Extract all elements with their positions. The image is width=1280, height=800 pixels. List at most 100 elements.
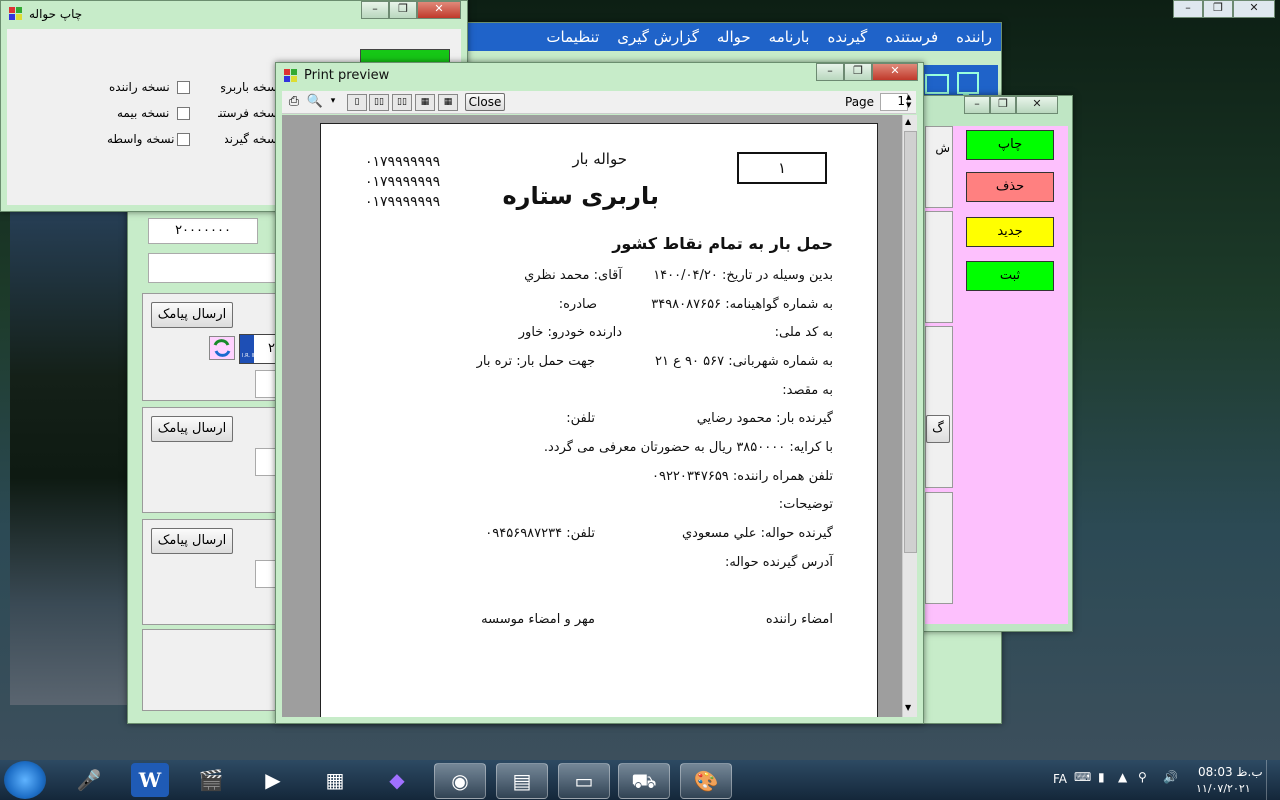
driver-signature: امضاء راننده (765, 612, 833, 627)
checkbox-insurance-copy[interactable] (177, 107, 190, 120)
scroll-down-icon[interactable]: ▼ (905, 703, 911, 712)
actions-window: – ❐ ✕ ش گ چاپ حذف جدید ثبت (921, 95, 1073, 632)
media-player-icon[interactable]: ▶ (248, 763, 298, 797)
keyboard-icon[interactable]: ⌨ (1074, 770, 1091, 784)
window-controls: – ❐ ✕ (361, 1, 461, 19)
preview-toolbar: ⎙ 🔍 ▾ ▯ ▯▯ ▯▯ ▦ ▦ Close Page 1 ▲ ▼ (282, 91, 916, 114)
six-pages-icon[interactable]: ▦ (438, 94, 458, 111)
one-page-icon[interactable]: ▯ (347, 94, 367, 111)
vehicle-owner: دارنده خودرو: خاور (518, 325, 622, 340)
driver-name: آقای: محمد نظري (524, 268, 622, 283)
freight-fee: با کرایه: ۳۸۵۰۰۰۰ ريال به حضورتان معرفی … (543, 440, 833, 455)
maximize-icon[interactable]: ❐ (844, 63, 872, 81)
refresh-icon[interactable] (209, 336, 235, 360)
side-button[interactable]: گ (926, 415, 950, 443)
four-pages-icon[interactable]: ▦ (415, 94, 435, 111)
national-code: به کد ملی: (774, 325, 833, 340)
cargo-receiver: گیرنده بار: محمود رضايي (696, 411, 833, 426)
cargo-receiver-phone: تلفن: (566, 411, 595, 426)
menu-item-settings[interactable]: تنظیمات (546, 28, 599, 46)
volume-icon[interactable]: 🔊 (1163, 770, 1178, 784)
side-label: ش (935, 141, 950, 155)
slogan: حمل بار به تمام نقاط کشور (612, 234, 833, 253)
three-pages-icon[interactable]: ▯▯ (392, 94, 412, 111)
company-seal: مهر و امضاء موسسه (481, 612, 595, 627)
voucher-page: ۱ حواله بار باربری ستاره ۰۱۷۹۹۹۹۹۹۹ ۰۱۷۹… (320, 123, 878, 717)
side-box-1: ش (925, 126, 953, 208)
chevron-down-icon[interactable]: ▾ (324, 94, 342, 109)
new-button[interactable]: جدید (966, 217, 1054, 247)
calculator-icon[interactable]: ▦ (310, 763, 360, 797)
issued-at: صادره: (558, 297, 597, 312)
close-icon[interactable]: ✕ (417, 1, 461, 19)
checkbox-broker-copy[interactable] (177, 133, 190, 146)
start-button[interactable] (4, 761, 46, 799)
show-hidden-icon[interactable]: ▲ (1118, 770, 1127, 784)
word-icon[interactable]: W (131, 763, 169, 797)
movie-maker-icon[interactable]: 🎬 (186, 763, 236, 797)
minimize-icon[interactable]: – (1173, 0, 1203, 18)
menu-item-sender[interactable]: فرستنده (885, 28, 938, 46)
two-pages-icon[interactable]: ▯▯ (369, 94, 389, 111)
minimize-icon[interactable]: – (361, 1, 389, 19)
main-menubar: راننده فرستنده گیرنده بارنامه حواله گزار… (463, 23, 1001, 51)
send-sms-button[interactable]: ارسال پیامک (151, 302, 233, 328)
zoom-icon[interactable]: 🔍 (306, 94, 324, 109)
minimize-icon[interactable]: – (964, 96, 990, 114)
side-box-3: گ (925, 326, 953, 488)
print-button[interactable]: چاپ (966, 130, 1054, 160)
menu-item-driver[interactable]: راننده (956, 28, 992, 46)
network-icon[interactable]: ▮ (1098, 770, 1105, 784)
freight-app-icon[interactable]: ⛟ (618, 763, 670, 799)
checkbox-driver-copy[interactable] (177, 81, 190, 94)
printer-icon[interactable]: ⎙ (285, 94, 303, 109)
clock-time[interactable]: 08:03 ب.ظ (1198, 765, 1263, 779)
notepad-icon[interactable]: ▭ (558, 763, 610, 799)
paint-icon[interactable]: 🎨 (680, 763, 732, 799)
scroll-thumb[interactable] (904, 131, 917, 553)
menu-item-receiver[interactable]: گیرنده (827, 28, 867, 46)
page-number-field[interactable]: 1 (880, 93, 908, 111)
microphone-icon[interactable]: 🎤 (64, 763, 114, 797)
label-broker-copy: نسخه واسطه (107, 132, 175, 146)
close-icon[interactable]: ✕ (872, 63, 918, 81)
maximize-icon[interactable]: ❐ (990, 96, 1016, 114)
date-line: بدین وسیله در تاریخ: ۱۴۰۰/۰۴/۲۰ (653, 268, 833, 283)
menu-item-reports[interactable]: گزارش گیری (617, 28, 699, 46)
close-icon[interactable]: ✕ (1233, 0, 1275, 18)
page-spinner[interactable]: ▲ ▼ (906, 93, 916, 109)
voucher-receiver-address: آدرس گیرنده حواله: (724, 555, 833, 570)
text-field[interactable] (148, 253, 276, 283)
maximize-icon[interactable]: ❐ (1203, 0, 1233, 18)
amount-field[interactable]: ۲۰۰۰۰۰۰۰ (148, 218, 258, 244)
label-freight-copy: نسخه باربری (221, 80, 281, 94)
send-sms-button[interactable]: ارسال پیامک (151, 528, 233, 554)
close-button[interactable]: Close (465, 93, 505, 111)
voucher-heading: حواله بار (572, 150, 627, 168)
scroll-up-icon[interactable]: ▲ (905, 117, 911, 126)
save-button[interactable]: ثبت (966, 261, 1054, 291)
clock-date[interactable]: ۱۱/۰۷/۲۰۲۱ (1196, 782, 1251, 795)
vertical-scrollbar[interactable]: ▲ ▼ (902, 115, 917, 717)
actions-window-controls: – ❐ ✕ (964, 96, 1058, 114)
label-sender-copy: نسخه فرستنده (218, 106, 281, 120)
close-icon[interactable]: ✕ (1016, 96, 1058, 114)
language-indicator[interactable]: FA (1053, 772, 1067, 786)
company-name: باربری ستاره (502, 182, 659, 210)
app-icon (284, 69, 298, 83)
delete-button[interactable]: حذف (966, 172, 1054, 202)
label-insurance-copy: نسخه بیمه (117, 106, 170, 120)
show-desktop-button[interactable] (1266, 760, 1280, 800)
cargo-type: جهت حمل بار: تره بار (476, 354, 595, 369)
firefox-icon[interactable]: ◉ (434, 763, 486, 799)
minimize-icon[interactable]: – (816, 63, 844, 81)
usb-icon[interactable]: ⚲ (1138, 770, 1147, 784)
visual-studio-icon[interactable]: ◆ (372, 763, 422, 797)
send-sms-button[interactable]: ارسال پیامک (151, 416, 233, 442)
plate-number: به شماره شهربانی: ۵۶۷ ۹۰ ع ۲۱ (655, 354, 833, 369)
folder-icon[interactable]: ▤ (496, 763, 548, 799)
menu-item-waybill[interactable]: بارنامه (769, 28, 810, 46)
menu-item-voucher[interactable]: حواله (717, 28, 751, 46)
maximize-icon[interactable]: ❐ (389, 1, 417, 19)
voucher-number: ۱ (737, 152, 827, 184)
